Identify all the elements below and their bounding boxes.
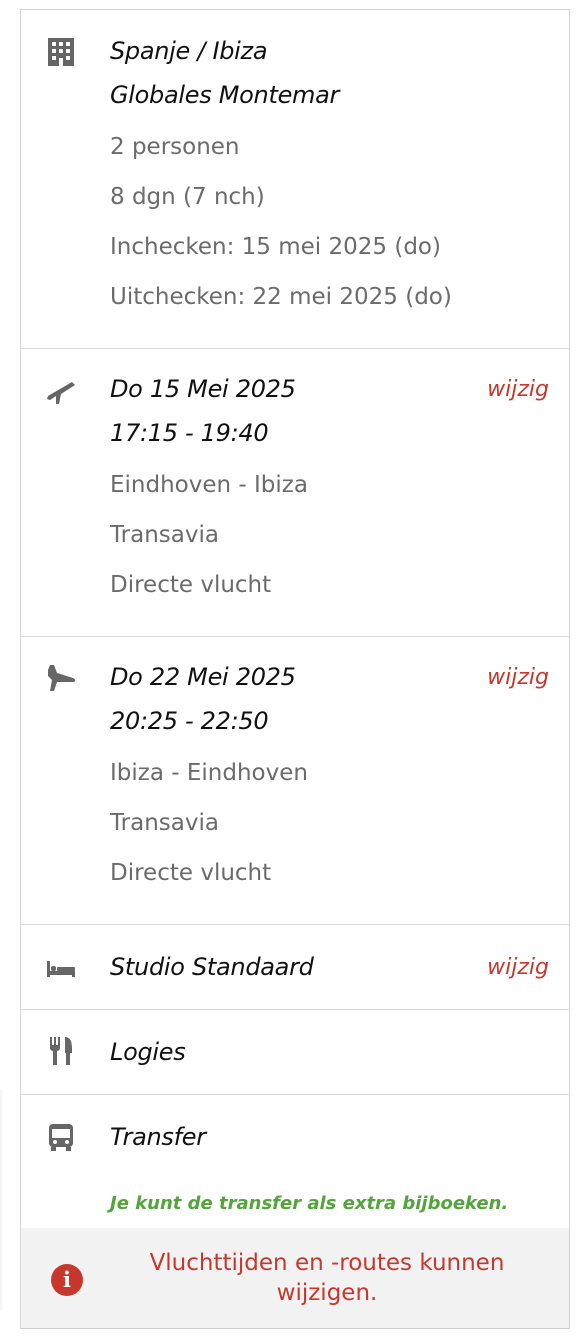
- accommodation-section: Spanje / Ibiza Globales Montemar 2 perso…: [21, 10, 569, 349]
- room-section: Studio Standaard wijzig: [21, 925, 569, 1010]
- bed-icon: [45, 953, 77, 985]
- checkin-date: Inchecken: 15 mei 2025 (do): [110, 234, 441, 260]
- outbound-flight-type: Directe vlucht: [110, 572, 272, 598]
- checkout-date: Uitchecken: 22 mei 2025 (do): [110, 284, 452, 310]
- return-flight-type: Directe vlucht: [110, 860, 272, 886]
- return-times: 20:25 - 22:50: [110, 707, 269, 735]
- edit-return-flight-link[interactable]: wijzig: [487, 665, 549, 690]
- transfer-upsell-text: Je kunt de transfer als extra bijboeken.: [110, 1193, 509, 1214]
- edit-room-link[interactable]: wijzig: [487, 955, 549, 980]
- booking-summary-card: Spanje / Ibiza Globales Montemar 2 perso…: [20, 9, 570, 1329]
- stay-duration: 8 dgn (7 nch): [110, 184, 265, 210]
- board-type: Logies: [110, 1038, 186, 1066]
- flight-change-notice: i Vluchttijden en -routes kunnen wijzige…: [21, 1228, 569, 1328]
- building-icon: [45, 36, 77, 68]
- room-type: Studio Standaard: [110, 953, 314, 981]
- page-edge-shadow: [0, 1090, 3, 1310]
- persons-count: 2 personen: [110, 134, 240, 160]
- outbound-carrier: Transavia: [110, 522, 219, 548]
- return-carrier: Transavia: [110, 810, 219, 836]
- return-date: Do 22 Mei 2025: [110, 663, 296, 691]
- return-route: Ibiza - Eindhoven: [110, 760, 308, 786]
- outbound-times: 17:15 - 19:40: [110, 419, 269, 447]
- board-section: Logies: [21, 1010, 569, 1095]
- notice-text: Vluchttijden en -routes kunnen wijzigen.: [149, 1250, 505, 1306]
- hotel-name: Globales Montemar: [110, 81, 340, 109]
- plane-departure-icon: [45, 374, 77, 406]
- outbound-route: Eindhoven - Ibiza: [110, 472, 308, 498]
- destination-title: Spanje / Ibiza: [110, 37, 268, 65]
- plane-arrival-icon: [45, 662, 77, 694]
- return-flight-section: Do 22 Mei 2025 wijzig 20:25 - 22:50 Ibiz…: [21, 637, 569, 925]
- utensils-icon: [45, 1035, 77, 1067]
- outbound-date: Do 15 Mei 2025: [110, 375, 296, 403]
- transfer-label: Transfer: [110, 1123, 206, 1151]
- outbound-flight-section: Do 15 Mei 2025 wijzig 17:15 - 19:40 Eind…: [21, 349, 569, 637]
- edit-outbound-flight-link[interactable]: wijzig: [487, 377, 549, 402]
- bus-icon: [45, 1121, 77, 1153]
- info-icon: i: [51, 1264, 83, 1296]
